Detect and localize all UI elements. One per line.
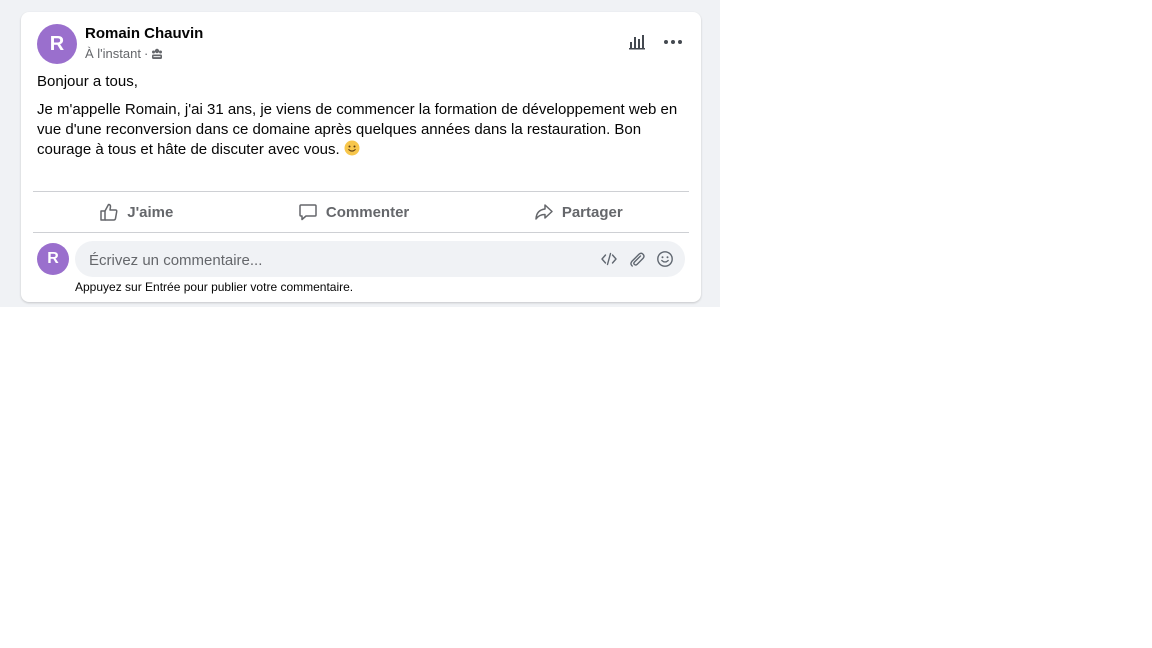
header-actions <box>625 30 685 54</box>
share-label: Partager <box>561 203 623 221</box>
thumbs-up-icon <box>99 202 119 222</box>
post-text-paragraph: Je m'appelle Romain, j'ai 31 ans, je vie… <box>37 100 681 160</box>
meta-separator: · <box>143 46 149 61</box>
like-button[interactable]: J'aime <box>87 196 185 228</box>
author-avatar-initial: R <box>49 32 65 55</box>
speech-bubble-icon <box>298 202 318 222</box>
author-name[interactable]: Romain Chauvin <box>85 25 203 42</box>
paperclip-icon[interactable] <box>625 247 649 271</box>
post-actions-bar: J'aime Commenter Partager <box>37 192 685 232</box>
comment-tools <box>597 247 677 271</box>
bar-chart-icon[interactable] <box>625 30 649 54</box>
comment-composer: R <box>37 241 685 279</box>
post-meta: À l'instant · <box>85 46 163 61</box>
actions-bottom-divider <box>33 232 689 233</box>
comment-label: Commenter <box>325 203 410 221</box>
group-icon <box>151 48 163 60</box>
commenter-avatar[interactable]: R <box>37 243 69 275</box>
post-body: Bonjour a tous, Je m'appelle Romain, j'a… <box>37 72 681 168</box>
comment-input[interactable] <box>87 241 571 279</box>
share-button[interactable]: Partager <box>522 196 635 228</box>
smiley-icon[interactable] <box>653 247 677 271</box>
comment-button[interactable]: Commenter <box>286 196 421 228</box>
post-header: R Romain Chauvin À l'instant · <box>37 24 685 68</box>
comment-box <box>75 241 685 279</box>
post-timestamp[interactable]: À l'instant <box>85 46 141 61</box>
author-avatar[interactable]: R <box>37 24 77 64</box>
share-arrow-icon <box>534 202 554 222</box>
code-icon[interactable] <box>597 247 621 271</box>
slightly-smiling-face-icon <box>344 140 360 156</box>
like-label: J'aime <box>127 203 174 221</box>
commenter-avatar-initial: R <box>47 250 59 267</box>
post-card: R Romain Chauvin À l'instant · Bonjour a… <box>21 12 701 302</box>
comment-hint: Appuyez sur Entrée pour publier votre co… <box>75 280 354 294</box>
post-greeting: Bonjour a tous, <box>37 73 138 90</box>
more-horizontal-icon[interactable] <box>661 30 685 54</box>
